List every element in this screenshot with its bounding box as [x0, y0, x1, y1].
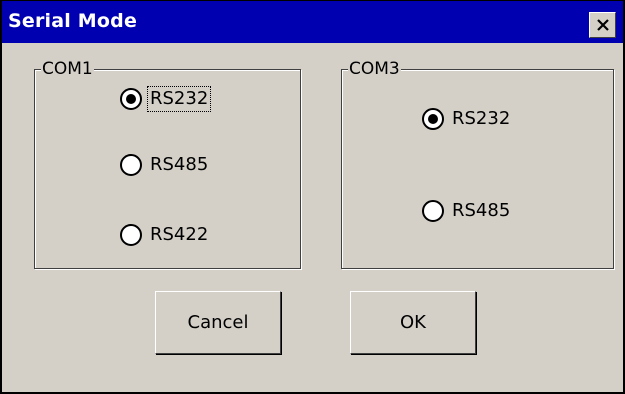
close-button[interactable] [589, 12, 616, 38]
com3-radio-rs232-label: RS232 [452, 108, 511, 129]
close-icon [596, 18, 610, 32]
com1-radio-rs485[interactable]: RS485 [120, 151, 210, 179]
serial-mode-dialog: Serial Mode COM1 RS232 RS485 RS422 COM3 [0, 0, 625, 394]
window-title: Serial Mode [8, 10, 138, 32]
com1-radio-rs232-label: RS232 [146, 86, 212, 112]
com1-radio-rs422-label: RS422 [150, 224, 209, 245]
com3-radio-rs485-label: RS485 [452, 200, 511, 221]
com1-groupbox: COM1 RS232 RS485 RS422 [34, 59, 301, 269]
com3-groupbox: COM3 RS232 RS485 [341, 59, 614, 269]
com3-radio-rs232[interactable]: RS232 [422, 105, 512, 133]
com1-radio-rs232[interactable]: RS232 [120, 85, 212, 113]
com1-group-label: COM1 [41, 59, 94, 79]
title-bar[interactable]: Serial Mode [2, 1, 623, 43]
cancel-button[interactable]: Cancel [155, 291, 281, 354]
com1-radio-rs485-label: RS485 [150, 154, 209, 175]
com1-radio-rs422[interactable]: RS422 [120, 221, 210, 249]
radio-selected-icon [120, 88, 142, 110]
ok-button[interactable]: OK [350, 291, 476, 354]
radio-unselected-icon [120, 154, 142, 176]
radio-unselected-icon [422, 200, 444, 222]
com3-group-label: COM3 [348, 59, 401, 79]
com3-radio-rs485[interactable]: RS485 [422, 197, 512, 225]
radio-unselected-icon [120, 224, 142, 246]
radio-selected-icon [422, 108, 444, 130]
